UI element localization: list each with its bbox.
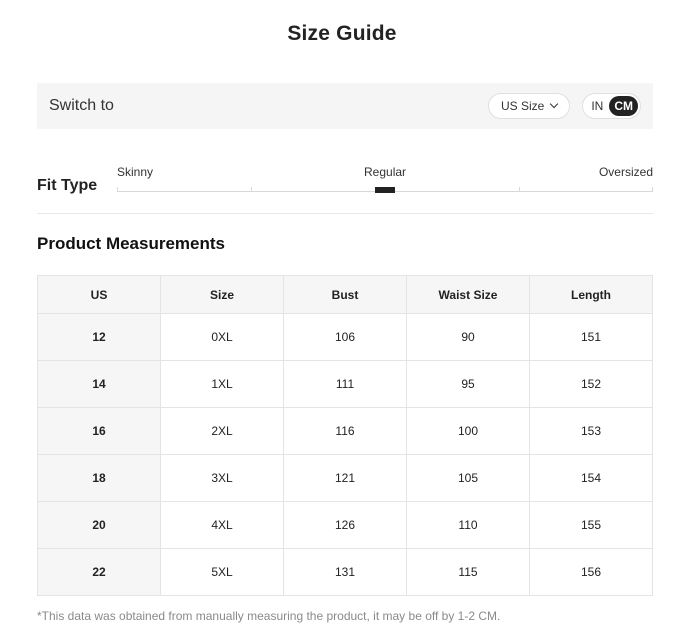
table-row: 20 4XL 126 110 155 xyxy=(37,501,653,549)
switch-label: Switch to xyxy=(49,97,114,114)
column-header-waist: Waist Size xyxy=(406,275,530,314)
cell-length: 151 xyxy=(529,313,653,361)
cell-us: 22 xyxy=(37,548,161,596)
fit-scale-tick xyxy=(652,187,653,192)
table-header-row: US Size Bust Waist Size Length xyxy=(37,275,653,314)
unit-option-in[interactable]: IN xyxy=(585,96,609,116)
table-row: 22 5XL 131 115 156 xyxy=(37,548,653,596)
size-system-dropdown[interactable]: US Size xyxy=(487,93,571,119)
size-system-value: US Size xyxy=(500,99,545,113)
cell-bust: 116 xyxy=(283,407,407,455)
section-divider xyxy=(37,213,653,214)
column-header-size: Size xyxy=(160,275,284,314)
cell-bust: 111 xyxy=(283,360,407,408)
column-header-bust: Bust xyxy=(283,275,407,314)
table-row: 16 2XL 116 100 153 xyxy=(37,407,653,455)
cell-length: 153 xyxy=(529,407,653,455)
unit-option-cm[interactable]: CM xyxy=(609,96,638,116)
cell-size: 5XL xyxy=(160,548,284,596)
cell-size: 4XL xyxy=(160,501,284,549)
cell-waist: 95 xyxy=(406,360,530,408)
cell-us: 20 xyxy=(37,501,161,549)
cell-waist: 115 xyxy=(406,548,530,596)
cell-bust: 131 xyxy=(283,548,407,596)
table-row: 14 1XL 111 95 152 xyxy=(37,360,653,408)
cell-length: 156 xyxy=(529,548,653,596)
unit-toggle[interactable]: IN CM xyxy=(582,93,641,119)
cell-size: 0XL xyxy=(160,313,284,361)
column-header-length: Length xyxy=(529,275,653,314)
cell-length: 155 xyxy=(529,501,653,549)
measurement-disclaimer: *This data was obtained from manually me… xyxy=(37,609,501,623)
cell-bust: 106 xyxy=(283,313,407,361)
measurements-title: Product Measurements xyxy=(37,234,225,253)
cell-waist: 110 xyxy=(406,501,530,549)
cell-waist: 100 xyxy=(406,407,530,455)
fit-scale-tick xyxy=(251,187,252,192)
cell-size: 1XL xyxy=(160,360,284,408)
chevron-down-icon xyxy=(550,99,559,109)
cell-bust: 126 xyxy=(283,501,407,549)
cell-bust: 121 xyxy=(283,454,407,502)
column-header-us: US xyxy=(37,275,161,314)
unit-switch-bar: Switch to US Size IN CM xyxy=(37,83,653,129)
cell-us: 16 xyxy=(37,407,161,455)
measurements-table: US Size Bust Waist Size Length 12 0XL 10… xyxy=(37,275,653,596)
fit-scale-tick xyxy=(117,187,118,192)
cell-waist: 105 xyxy=(406,454,530,502)
cell-us: 18 xyxy=(37,454,161,502)
fit-scale-tick xyxy=(519,187,520,192)
table-row: 18 3XL 121 105 154 xyxy=(37,454,653,502)
cell-length: 152 xyxy=(529,360,653,408)
cell-us: 12 xyxy=(37,313,161,361)
cell-size: 2XL xyxy=(160,407,284,455)
fit-type-scale: Skinny Regular Oversized xyxy=(117,160,653,200)
cell-us: 14 xyxy=(37,360,161,408)
fit-selected-marker xyxy=(375,187,395,193)
fit-type-label: Fit Type xyxy=(37,177,98,194)
table-row: 12 0XL 106 90 151 xyxy=(37,313,653,361)
fit-option-skinny: Skinny xyxy=(117,165,154,179)
fit-option-regular: Regular xyxy=(364,165,407,179)
fit-type-row: Fit Type Skinny Regular Oversized xyxy=(37,160,653,210)
cell-size: 3XL xyxy=(160,454,284,502)
fit-option-oversized: Oversized xyxy=(598,165,653,179)
cell-length: 154 xyxy=(529,454,653,502)
cell-waist: 90 xyxy=(406,313,530,361)
page-title: Size Guide xyxy=(287,22,397,45)
